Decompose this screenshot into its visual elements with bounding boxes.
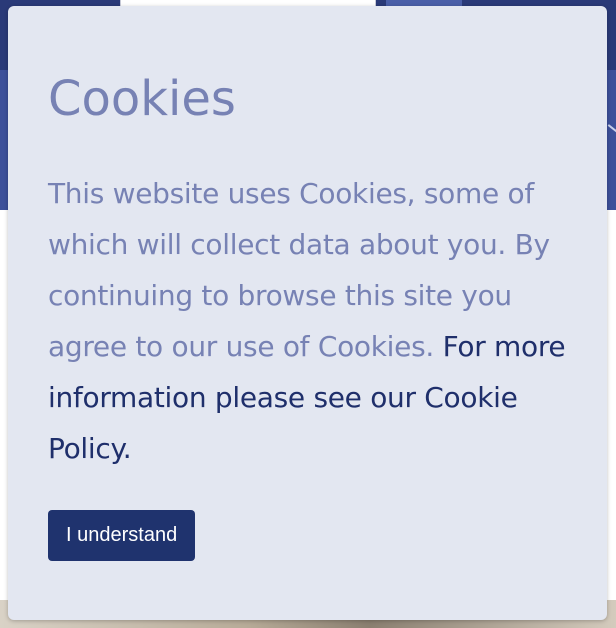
page: Search... Cookies This website uses Cook… xyxy=(0,0,616,628)
cookie-modal: Cookies This website uses Cookies, some … xyxy=(8,6,607,620)
modal-title: Cookies xyxy=(48,71,236,127)
cookie-message: This website uses Cookies, some of which… xyxy=(48,168,567,474)
i-understand-button[interactable]: I understand xyxy=(48,510,196,561)
